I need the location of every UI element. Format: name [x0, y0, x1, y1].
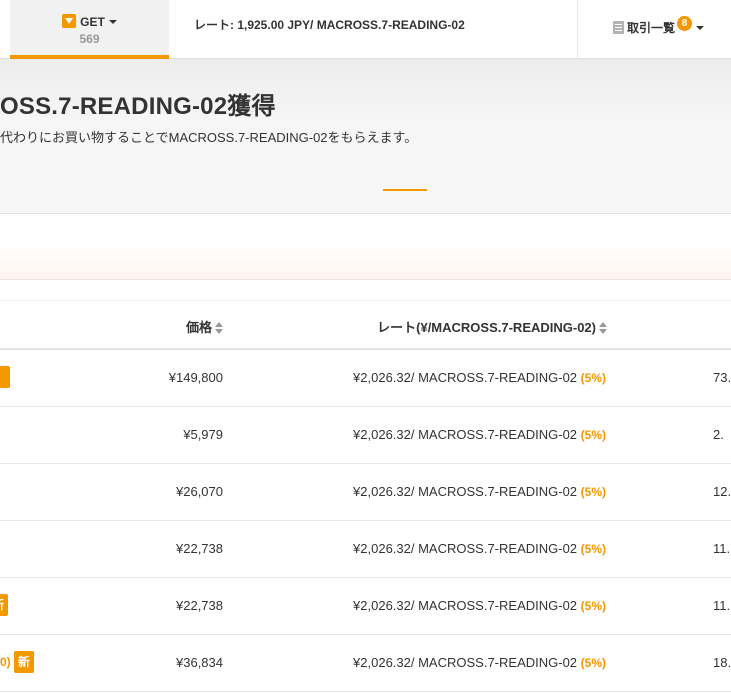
table-row[interactable]: ¥22,738 ¥2,026.32/ MACROSS.7-READING-02 …: [0, 521, 731, 578]
rate-value: ¥2,026.32/ MACROSS.7-READING-02: [353, 484, 578, 499]
active-tab-indicator: [383, 189, 427, 191]
chevron-down-icon: [696, 26, 705, 30]
get-tab[interactable]: GET 569: [10, 0, 169, 59]
filter-band: [0, 246, 731, 280]
price-cell: ¥5,979: [183, 427, 223, 442]
rate-value: ¥2,026.32/ MACROSS.7-READING-02: [353, 598, 578, 613]
get-label: GET: [80, 15, 105, 29]
transaction-list-label: 取引一覧: [627, 21, 676, 35]
rate-value: ¥2,026.32/ MACROSS.7-READING-02: [353, 370, 578, 385]
get-arrow-icon: [62, 14, 77, 28]
price-cell: ¥36,834: [176, 655, 223, 670]
rate-cell: ¥2,026.32/ MACROSS.7-READING-02 (5%): [353, 655, 606, 670]
hero-banner: OSS.7-READING-02獲得 代わりにお買い物することでMACROSS.…: [0, 59, 731, 214]
new-badge: 新: [0, 594, 9, 616]
rate-value: ¥2,026.32/ MACROSS.7-READING-02: [353, 655, 578, 670]
table-header: 価格 レート(¥/MACROSS.7-READING-02): [0, 300, 731, 350]
rate-percent: (5%): [580, 371, 606, 385]
rate-cell: ¥2,026.32/ MACROSS.7-READING-02 (5%): [353, 541, 606, 556]
sort-icon: [599, 322, 607, 334]
get-count: 569: [79, 32, 100, 46]
price-header-label: 価格: [185, 320, 212, 335]
rate-cell: ¥2,026.32/ MACROSS.7-READING-02 (5%): [353, 427, 606, 442]
amount-cell: 18.: [713, 655, 731, 670]
page-subtitle: 代わりにお買い物することでMACROSS.7-READING-02をもらえます。: [0, 130, 418, 145]
get-tab-label-row: GET: [10, 14, 169, 29]
document-list-icon: [613, 21, 624, 34]
table-row[interactable]: 新 ¥22,738 ¥2,026.32/ MACROSS.7-READING-0…: [0, 578, 731, 635]
product-table: 価格 レート(¥/MACROSS.7-READING-02) ¥149,800 …: [0, 300, 731, 692]
transaction-list-menu[interactable]: 取引一覧 8: [577, 0, 731, 58]
rate-percent: (5%): [580, 599, 606, 613]
rate-value: ¥2,026.32/ MACROSS.7-READING-02: [353, 541, 578, 556]
rate-value: ¥2,026.32/ MACROSS.7-READING-02: [353, 427, 578, 442]
amount-cell: 11.: [713, 541, 731, 556]
rate-cell: ¥2,026.32/ MACROSS.7-READING-02 (5%): [353, 484, 606, 499]
price-cell: ¥22,738: [176, 541, 223, 556]
amount-cell: 73.: [713, 370, 731, 385]
sort-icon: [215, 322, 223, 334]
chevron-down-icon: [108, 20, 117, 24]
new-badge: [0, 366, 10, 388]
table-row[interactable]: ¥5,979 ¥2,026.32/ MACROSS.7-READING-02 (…: [0, 407, 731, 464]
rate-percent: (5%): [580, 656, 606, 670]
amount-cell: 11.: [713, 598, 731, 613]
table-row[interactable]: 0) 新 ¥36,834 ¥2,026.32/ MACROSS.7-READIN…: [0, 635, 731, 692]
rate-column-header[interactable]: レート(¥/MACROSS.7-READING-02): [377, 317, 607, 336]
amount-cell: 12.: [713, 484, 731, 499]
top-nav: GET 569 レート: 1,925.00 JPY/ MACROSS.7-REA…: [0, 0, 731, 59]
transaction-list-row: 取引一覧 8: [613, 16, 705, 36]
rate-percent: (5%): [580, 485, 606, 499]
amount-cell: 2.: [713, 427, 724, 442]
rate-header-label: レート(¥/MACROSS.7-READING-02): [377, 320, 596, 335]
table-row[interactable]: ¥149,800 ¥2,026.32/ MACROSS.7-READING-02…: [0, 350, 731, 407]
price-cell: ¥149,800: [168, 370, 223, 385]
rate-cell: ¥2,026.32/ MACROSS.7-READING-02 (5%): [353, 370, 606, 385]
notification-badge: 8: [677, 16, 693, 31]
price-cell: ¥22,738: [176, 598, 223, 613]
price-cell: ¥26,070: [176, 484, 223, 499]
table-row[interactable]: ¥26,070 ¥2,026.32/ MACROSS.7-READING-02 …: [0, 464, 731, 521]
new-badge: 新: [14, 651, 35, 673]
rate-display: レート: 1,925.00 JPY/ MACROSS.7-READING-02: [194, 18, 465, 32]
truncated-label: 0): [0, 655, 11, 669]
rate-percent: (5%): [580, 428, 606, 442]
rate-cell: ¥2,026.32/ MACROSS.7-READING-02 (5%): [353, 598, 606, 613]
page-title: OSS.7-READING-02獲得: [0, 93, 276, 120]
price-column-header[interactable]: 価格: [186, 317, 223, 336]
rate-percent: (5%): [580, 542, 606, 556]
